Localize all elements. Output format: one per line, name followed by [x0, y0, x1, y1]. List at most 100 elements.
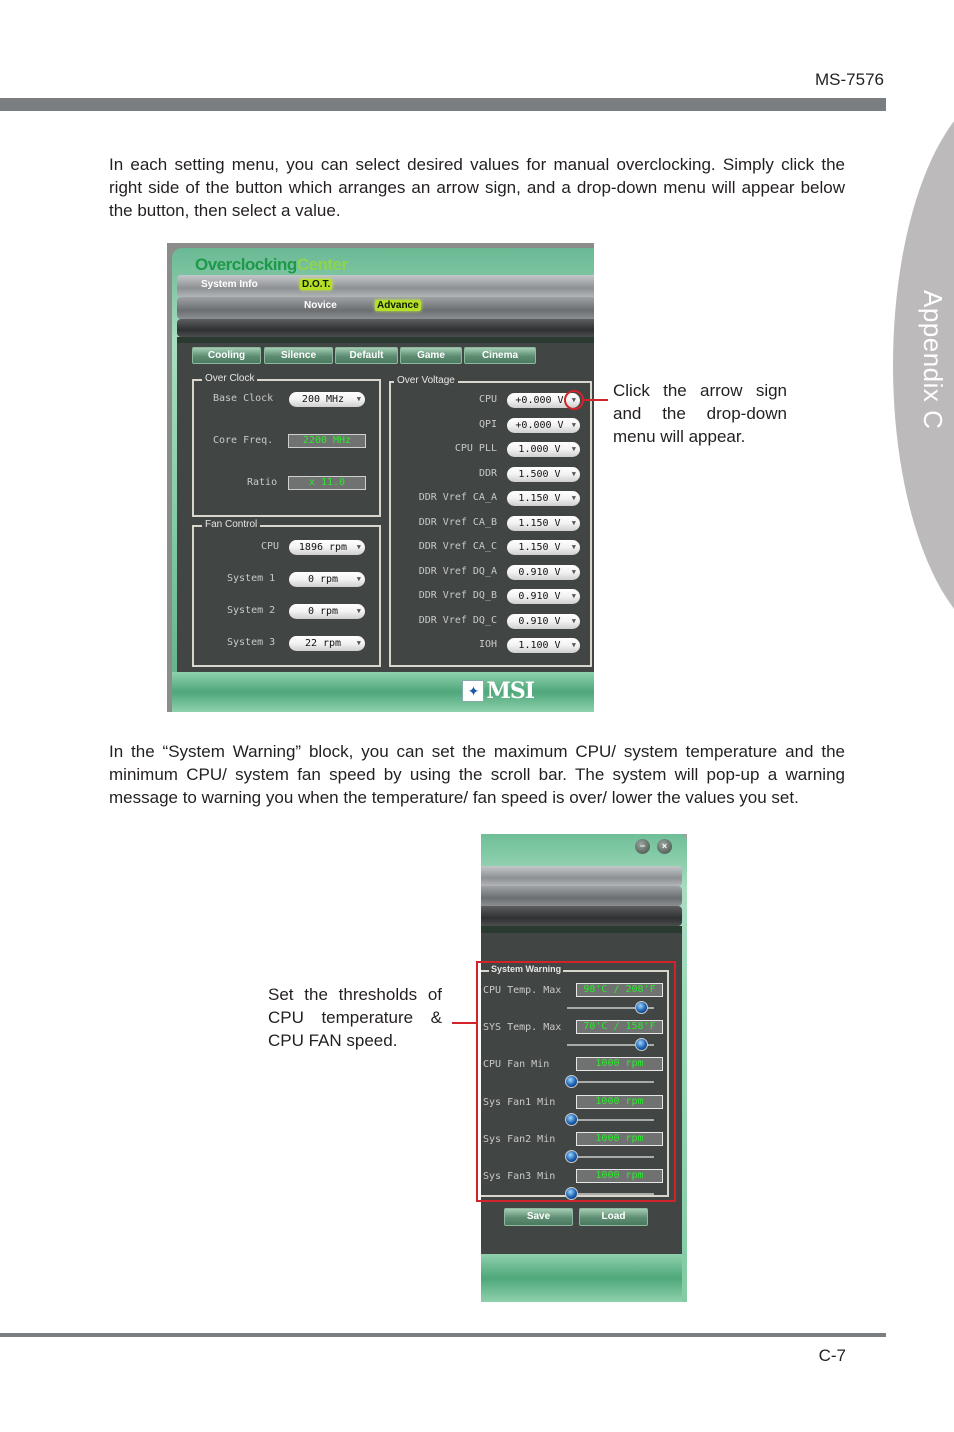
intro-paragraph: In each setting menu, you can select des…	[109, 155, 845, 220]
ratio-label: Ratio	[247, 477, 278, 488]
thresholds-callout: Set the thresholds of CPU temperature & …	[268, 985, 442, 1050]
base-clock-value: 200 MHz	[301, 394, 345, 405]
ov-row-dropdown[interactable]: 1.500 V ▼	[507, 466, 580, 482]
close-icon[interactable]: ×	[657, 839, 672, 854]
dropdown-callout: Click the arrow sign and the drop-down m…	[613, 381, 787, 446]
chevron-down-icon[interactable]: ▼	[572, 638, 576, 653]
over-voltage-title: Over Voltage	[394, 375, 458, 386]
ov-row-value: 1.100 V	[518, 640, 561, 651]
ov-row-label: DDR Vref DQ_C	[418, 614, 497, 626]
base-clock-label: Base Clock	[213, 393, 274, 404]
fan-system3-value: 22 rpm	[304, 638, 342, 649]
save-button[interactable]: Save	[504, 1208, 573, 1226]
ov-row-dropdown[interactable]: 0.910 V ▼	[507, 589, 580, 604]
oc-title-part1: Overclocking	[195, 255, 297, 274]
fan-cpu-dropdown[interactable]: 1896 rpm ▼	[289, 540, 365, 555]
ov-row-dropdown[interactable]: 1.150 V ▼	[507, 540, 580, 555]
chevron-down-icon[interactable]: ▼	[357, 572, 361, 587]
fan-system2-dropdown[interactable]: 0 rpm ▼	[289, 604, 365, 619]
chevron-down-icon[interactable]: ▼	[572, 589, 576, 604]
chevron-down-icon[interactable]: ▼	[572, 614, 576, 629]
load-button[interactable]: Load	[579, 1208, 648, 1226]
chevron-down-icon[interactable]: ▼	[572, 442, 576, 457]
chevron-down-icon[interactable]: ▼	[357, 604, 361, 619]
chevron-down-icon[interactable]: ▼	[572, 516, 576, 531]
ov-row-value: 1.500 V	[518, 468, 561, 480]
fan-cpu-value: 1896 rpm	[298, 542, 348, 553]
oc-title-part2: Center	[296, 255, 348, 274]
tab-novice[interactable]: Novice	[304, 300, 337, 311]
system-warning-paragraph: In the “System Warning” block, you can s…	[109, 742, 845, 807]
preset-game-button[interactable]: Game	[400, 347, 462, 364]
header-divider	[0, 98, 886, 111]
highlight-circle	[564, 390, 584, 410]
ov-row-label: CPU PLL	[454, 443, 497, 454]
fan-system3-label: System 3	[227, 637, 276, 648]
ov-row-dropdown[interactable]: 0.910 V ▼	[507, 613, 580, 629]
ov-row-value: 1.000 V	[518, 444, 561, 455]
preset-cooling-button[interactable]: Cooling	[192, 347, 261, 364]
sw-footer	[481, 1254, 682, 1302]
footer-divider	[0, 1333, 886, 1337]
callout-connector-2	[452, 1022, 476, 1024]
chevron-down-icon[interactable]: ▼	[572, 418, 576, 433]
model-code: MS-7576	[815, 70, 884, 89]
chevron-down-icon[interactable]: ▼	[572, 565, 576, 580]
fan-cpu-label: CPU	[261, 541, 280, 552]
ov-row-value: 1.150 V	[518, 493, 561, 504]
msi-logo: ✦ MSI	[462, 678, 535, 704]
ov-row-dropdown[interactable]: 0.910 V ▼	[507, 564, 580, 580]
chevron-down-icon[interactable]: ▼	[572, 467, 576, 482]
fan-system1-label: System 1	[227, 573, 276, 584]
sw-body-top-strip	[481, 926, 682, 933]
ov-row-label: DDR Vref DQ_A	[418, 565, 497, 577]
overclocking-center-window: OverclockingCenter System Info D.O.T. No…	[167, 243, 594, 712]
ov-row-label: QPI	[478, 418, 497, 430]
preset-cinema-button[interactable]: Cinema	[464, 347, 536, 364]
fan-system2-label: System 2	[227, 605, 276, 616]
ov-row-dropdown[interactable]: 1.150 V ▼	[507, 491, 580, 506]
fan-system1-value: 0 rpm	[307, 574, 339, 585]
sw-band-2	[481, 886, 682, 906]
chevron-down-icon[interactable]: ▼	[357, 540, 361, 555]
core-freq-label: Core Freq.	[213, 435, 274, 446]
appendix-side-tab-label: Appendix C	[918, 290, 948, 430]
core-freq-readout: 2200 MHz	[288, 434, 366, 448]
oc-title: OverclockingCenter	[195, 255, 348, 275]
fan-system1-dropdown[interactable]: 0 rpm ▼	[289, 572, 365, 587]
minimize-icon[interactable]: −	[635, 839, 650, 854]
ov-row-label: DDR	[478, 467, 497, 479]
ov-row-value: 1.150 V	[518, 542, 561, 553]
ov-row-label: DDR Vref CA_A	[418, 492, 497, 503]
ov-row-value: 1.150 V	[518, 517, 561, 529]
fan-system3-dropdown[interactable]: 22 rpm ▼	[289, 636, 365, 651]
ratio-readout: x 11.0	[288, 476, 366, 490]
sw-band-1	[481, 866, 682, 886]
ov-row-label: DDR Vref CA_C	[418, 541, 497, 552]
ov-row-dropdown[interactable]: 1.100 V ▼	[507, 638, 580, 653]
base-clock-dropdown[interactable]: 200 MHz ▼	[289, 392, 365, 407]
over-clock-title: Over Clock	[202, 373, 258, 384]
ov-row-value: +0.000 V	[515, 419, 564, 431]
preset-default-button[interactable]: Default	[335, 347, 398, 364]
msi-emblem-icon: ✦	[462, 680, 485, 702]
ov-row-dropdown[interactable]: +0.000 V ▼	[507, 417, 580, 433]
ov-row-dropdown[interactable]: 1.000 V ▼	[507, 442, 580, 457]
highlight-rectangle	[476, 961, 676, 1202]
tab-advance[interactable]: Advance	[375, 300, 421, 311]
chevron-down-icon[interactable]: ▼	[357, 636, 361, 651]
ov-row-dropdown[interactable]: 1.150 V ▼	[507, 515, 580, 531]
tab-system-info[interactable]: System Info	[201, 279, 258, 290]
nav-band-3	[177, 319, 594, 337]
ov-row-value: +0.000 V	[515, 395, 564, 406]
chevron-down-icon[interactable]: ▼	[572, 491, 576, 506]
ov-row-label: DDR Vref CA_B	[418, 516, 497, 528]
chevron-down-icon[interactable]: ▼	[357, 392, 361, 407]
ov-row-label: DDR Vref DQ_B	[418, 590, 497, 601]
oc-footer: ✦ MSI	[172, 672, 594, 712]
tab-dot[interactable]: D.O.T.	[300, 279, 333, 290]
chevron-down-icon[interactable]: ▼	[572, 540, 576, 555]
ov-row-label: CPU	[478, 394, 497, 405]
preset-silence-button[interactable]: Silence	[264, 347, 333, 364]
sw-band-3	[481, 906, 682, 926]
